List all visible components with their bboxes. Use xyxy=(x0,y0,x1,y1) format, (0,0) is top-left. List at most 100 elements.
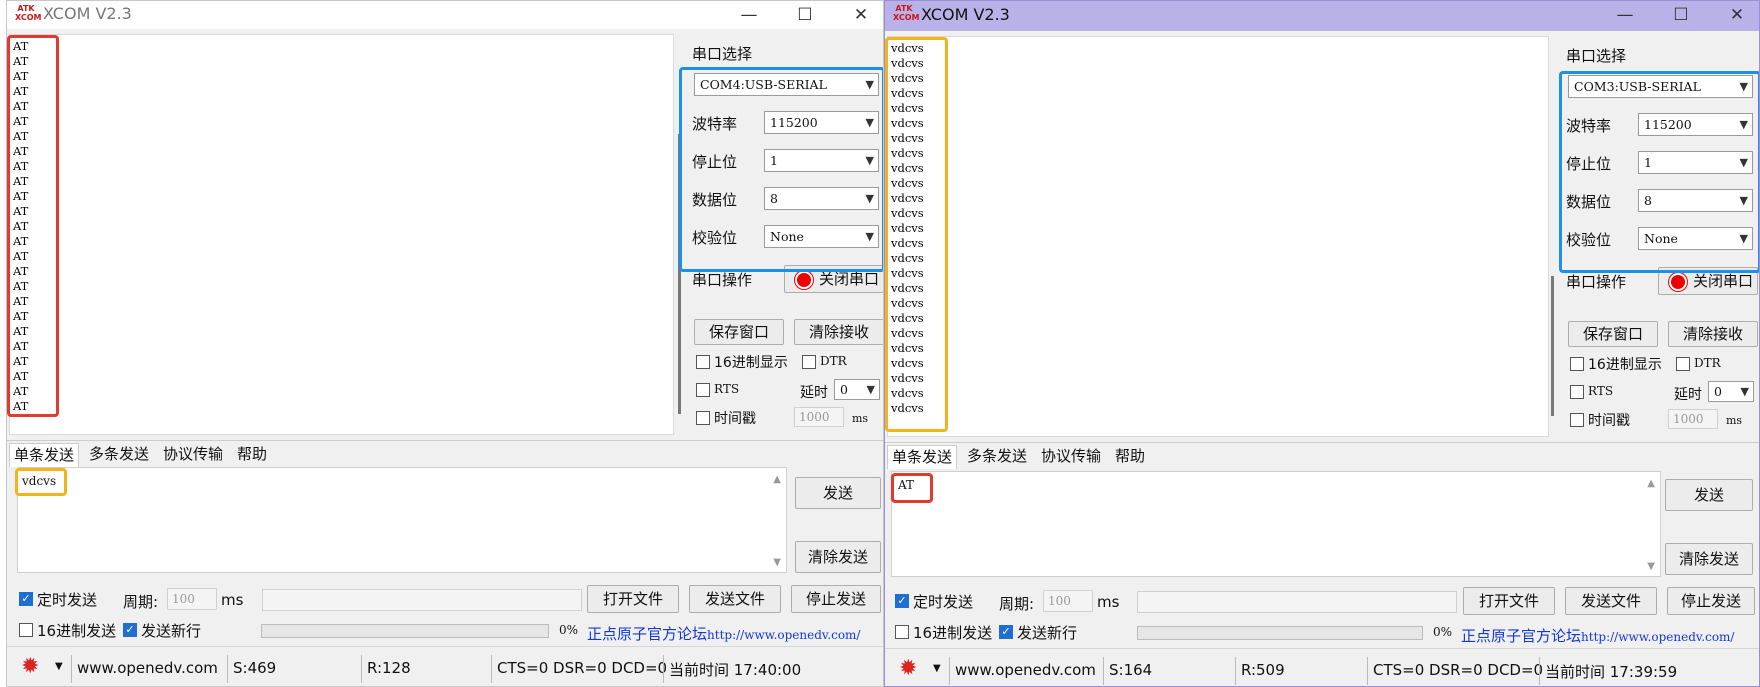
send-button[interactable]: 发送 xyxy=(795,477,881,509)
chevron-down-icon: ▼ xyxy=(866,383,875,396)
clear-send-button[interactable]: 清除发送 xyxy=(1665,543,1753,575)
received-line: vdcvs xyxy=(891,281,924,295)
received-line: vdcvs xyxy=(891,356,924,370)
gear-icon[interactable]: ✹ xyxy=(21,654,39,679)
hex-send-checkbox[interactable] xyxy=(19,623,33,637)
tab-single-send[interactable]: 单条发送 xyxy=(887,445,958,469)
scroll-down-icon[interactable]: ▼ xyxy=(773,557,781,568)
databits-label: 数据位 xyxy=(692,191,738,209)
open-file-button[interactable]: 打开文件 xyxy=(1463,587,1555,615)
baud-select[interactable]: 115200 ▼ xyxy=(1638,113,1753,136)
status-lines: CTS=0 DSR=0 DCD=0 xyxy=(1373,661,1544,679)
delay-select[interactable]: 0 ▼ xyxy=(1708,381,1754,402)
receive-scrollbar[interactable] xyxy=(678,134,681,414)
rts-checkbox[interactable] xyxy=(1570,385,1584,399)
scroll-up-icon[interactable]: ▲ xyxy=(773,474,781,485)
timed-send-checkbox[interactable]: ✓ xyxy=(19,592,33,606)
timestamp-interval-field[interactable]: 1000 xyxy=(794,407,844,427)
hex-display-checkbox[interactable] xyxy=(696,355,710,369)
hex-display-checkbox[interactable] xyxy=(1570,357,1584,371)
timed-send-checkbox[interactable]: ✓ xyxy=(895,594,909,608)
timestamp-label: 时间戳 xyxy=(1588,413,1630,429)
tab-multi-send[interactable]: 多条发送 xyxy=(963,445,1031,468)
chevron-down-icon: ▼ xyxy=(1740,385,1749,398)
send-mode-tabs: 单条发送 多条发送 协议传输 帮助 xyxy=(885,442,1759,469)
parity-select[interactable]: None ▼ xyxy=(1638,227,1753,250)
receive-area[interactable]: AT AT AT AT AT AT AT AT AT AT AT AT AT AT AT AT AT AT AT AT… xyxy=(9,34,674,435)
send-input[interactable]: AT ▲ ▼ xyxy=(891,471,1661,577)
forum-link[interactable]: 正点原子官方论坛http://www.openedv.com/ xyxy=(1461,625,1734,646)
timestamp-interval-field[interactable]: 1000 xyxy=(1668,409,1718,429)
tab-single-send[interactable]: 单条发送 xyxy=(9,443,80,467)
title-bar[interactable]: ATK XCOM XCOM V2.3 — ☐ ✕ xyxy=(7,1,883,29)
rts-checkbox[interactable] xyxy=(696,383,710,397)
tab-protocol[interactable]: 协议传输 xyxy=(1037,445,1105,468)
timestamp-checkbox[interactable] xyxy=(1570,413,1584,427)
chevron-down-icon[interactable]: ▼ xyxy=(933,663,941,674)
chevron-down-icon: ▼ xyxy=(865,116,874,129)
file-path-field[interactable] xyxy=(1137,591,1457,613)
clear-receive-button[interactable]: 清除接收 xyxy=(1668,321,1758,347)
send-file-button[interactable]: 发送文件 xyxy=(689,585,781,613)
save-window-button[interactable]: 保存窗口 xyxy=(1568,321,1658,347)
open-file-button[interactable]: 打开文件 xyxy=(587,585,679,613)
gear-icon[interactable]: ✹ xyxy=(899,656,917,681)
databits-select[interactable]: 8 ▼ xyxy=(1638,189,1753,212)
tab-help[interactable]: 帮助 xyxy=(233,443,271,466)
rts-label: RTS xyxy=(1588,384,1614,398)
maximize-icon[interactable]: ☐ xyxy=(785,3,825,27)
maximize-icon[interactable]: ☐ xyxy=(1661,3,1701,27)
parity-select[interactable]: None ▼ xyxy=(764,225,879,248)
send-file-button[interactable]: 发送文件 xyxy=(1565,587,1657,615)
received-line: AT xyxy=(13,204,29,218)
send-newline-checkbox[interactable]: ✓ xyxy=(123,623,137,637)
status-url[interactable]: www.openedv.com xyxy=(955,661,1096,679)
timestamp-checkbox[interactable] xyxy=(696,411,710,425)
clear-send-button[interactable]: 清除发送 xyxy=(795,541,881,573)
port-select[interactable]: COM4:USB-SERIAL ▼ xyxy=(694,73,879,96)
forum-link[interactable]: 正点原子官方论坛http://www.openedv.com/ xyxy=(587,623,860,644)
window-title: XCOM V2.3 xyxy=(921,5,1010,24)
period-field[interactable]: 100 xyxy=(1043,590,1093,612)
send-button[interactable]: 发送 xyxy=(1665,479,1753,511)
received-line: vdcvs xyxy=(891,56,924,70)
send-newline-label: 发送新行 xyxy=(141,622,202,640)
stop-send-button[interactable]: 停止发送 xyxy=(1667,587,1755,615)
baud-select[interactable]: 115200 ▼ xyxy=(764,111,879,134)
delay-select[interactable]: 0 ▼ xyxy=(834,379,880,400)
close-port-button[interactable]: 关闭串口 xyxy=(784,265,883,293)
received-line: vdcvs xyxy=(891,206,924,220)
receive-scrollbar[interactable] xyxy=(1551,276,1554,416)
port-select[interactable]: COM3:USB-SERIAL ▼ xyxy=(1568,75,1753,98)
chevron-down-icon[interactable]: ▼ xyxy=(55,661,63,672)
close-icon[interactable]: ✕ xyxy=(841,3,881,27)
stopbits-select[interactable]: 1 ▼ xyxy=(1638,151,1753,174)
minimize-icon[interactable]: — xyxy=(1605,3,1645,27)
scroll-up-icon[interactable]: ▲ xyxy=(1647,478,1655,489)
databits-select[interactable]: 8 ▼ xyxy=(764,187,879,210)
send-newline-checkbox[interactable]: ✓ xyxy=(999,625,1013,639)
tab-protocol[interactable]: 协议传输 xyxy=(159,443,227,466)
hex-send-checkbox[interactable] xyxy=(895,625,909,639)
dtr-checkbox[interactable] xyxy=(1676,357,1690,371)
close-port-button[interactable]: 关闭串口 xyxy=(1658,267,1758,295)
receive-area[interactable]: vdcvs vdcvs vdcvs vdcvs vdcvs vdcvs vdcvs vdcvs… xyxy=(887,36,1549,437)
chevron-down-icon: ▼ xyxy=(865,154,874,167)
minimize-icon[interactable]: — xyxy=(729,3,769,27)
send-input[interactable]: vdcvs ▲ ▼ xyxy=(17,467,787,573)
status-sent: S:164 xyxy=(1109,661,1153,679)
tab-multi-send[interactable]: 多条发送 xyxy=(85,443,153,466)
save-window-button[interactable]: 保存窗口 xyxy=(694,319,784,345)
stopbits-select[interactable]: 1 ▼ xyxy=(764,149,879,172)
atk-xcom-logo: ATK XCOM xyxy=(893,4,920,22)
dtr-checkbox[interactable] xyxy=(802,355,816,369)
close-icon[interactable]: ✕ xyxy=(1717,3,1757,27)
title-bar[interactable]: ATK XCOM XCOM V2.3 — ☐ ✕ xyxy=(885,1,1759,31)
clear-receive-button[interactable]: 清除接收 xyxy=(794,319,883,345)
file-path-field[interactable] xyxy=(262,589,582,611)
scroll-down-icon[interactable]: ▼ xyxy=(1647,561,1655,572)
status-url[interactable]: www.openedv.com xyxy=(77,659,218,677)
period-field[interactable]: 100 xyxy=(167,588,217,610)
tab-help[interactable]: 帮助 xyxy=(1111,445,1149,468)
stop-send-button[interactable]: 停止发送 xyxy=(791,585,881,613)
